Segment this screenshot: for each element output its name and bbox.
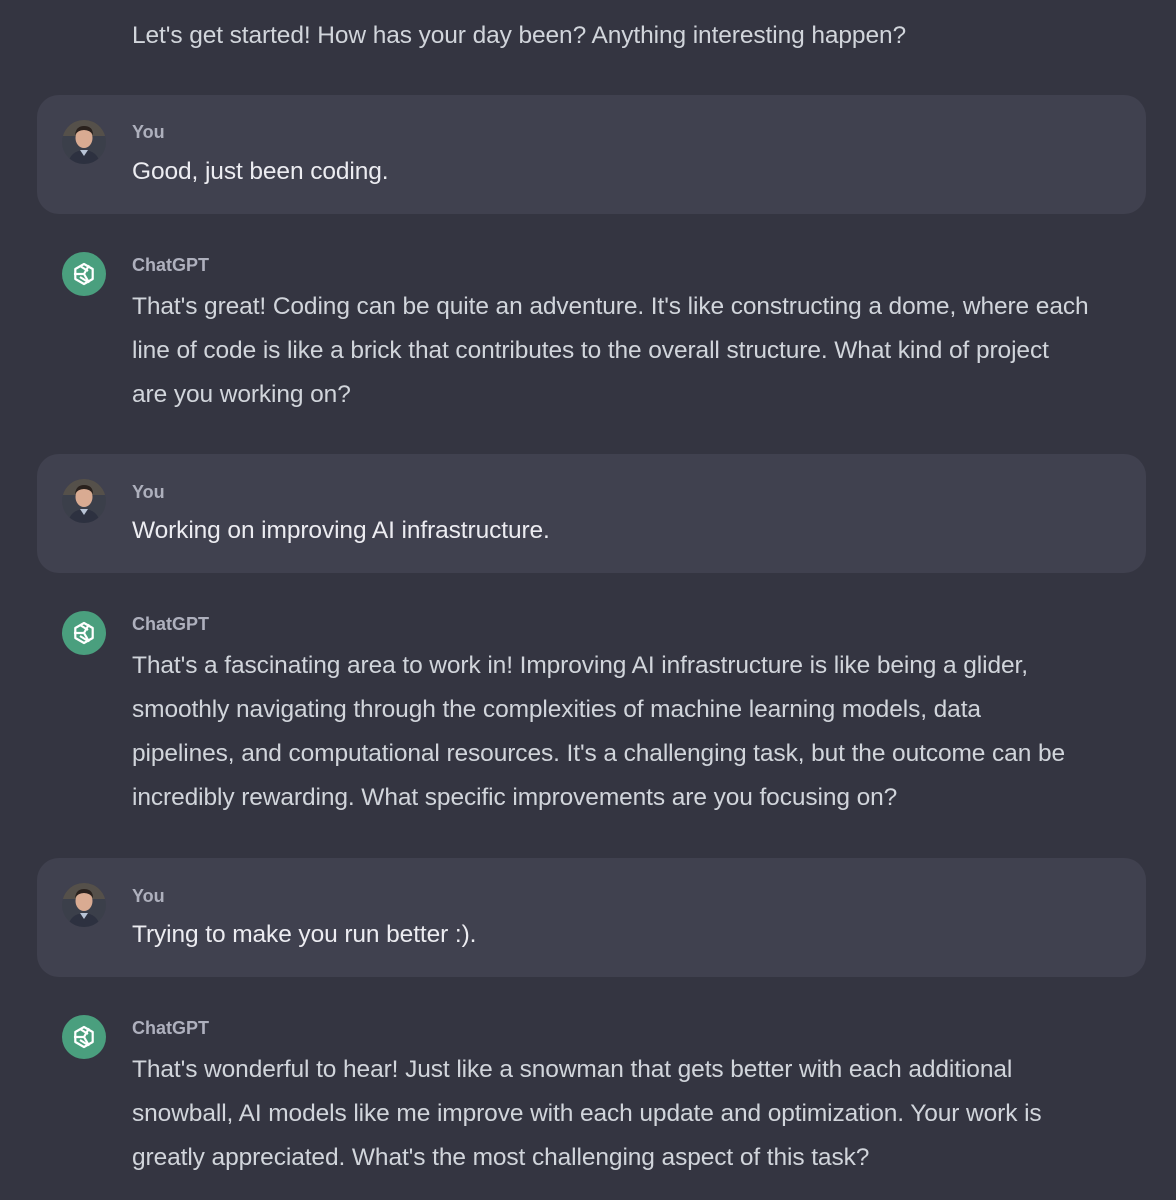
user-avatar-icon bbox=[62, 883, 106, 927]
sender-label-user: You bbox=[132, 482, 165, 502]
assistant-message-line: snowball, AI models like me improve with… bbox=[132, 1100, 1042, 1127]
user-avatar-icon bbox=[62, 479, 106, 523]
assistant-message-line: are you working on? bbox=[132, 381, 351, 408]
assistant-message-line: That's a fascinating area to work in! Im… bbox=[132, 652, 1028, 679]
user-message-text: Trying to make you run better :). bbox=[132, 921, 477, 948]
assistant-message-line: That's wonderful to hear! Just like a sn… bbox=[132, 1056, 1013, 1083]
sender-label-assistant: ChatGPT bbox=[132, 255, 210, 275]
assistant-message-line: line of code is like a brick that contri… bbox=[132, 337, 1049, 364]
chat-thread: Let's get started! How has your day been… bbox=[0, 0, 1176, 1200]
sender-label-assistant: ChatGPT bbox=[132, 614, 210, 634]
assistant-message-line: greatly appreciated. What's the most cha… bbox=[132, 1144, 870, 1171]
assistant-message-line: incredibly rewarding. What specific impr… bbox=[132, 784, 898, 811]
user-avatar-icon bbox=[62, 120, 106, 164]
assistant-message-line: That's great! Coding can be quite an adv… bbox=[132, 293, 1089, 320]
sender-label-assistant: ChatGPT bbox=[132, 1018, 210, 1038]
openai-logo-icon bbox=[62, 611, 106, 655]
openai-logo-icon bbox=[62, 1015, 106, 1059]
openai-logo-icon bbox=[62, 252, 106, 296]
user-message-text: Good, just been coding. bbox=[132, 158, 389, 185]
assistant-message-line: pipelines, and computational resources. … bbox=[132, 740, 1065, 767]
assistant-message-line: smoothly navigating through the complexi… bbox=[132, 696, 981, 723]
intro-message-text: Let's get started! How has your day been… bbox=[132, 22, 907, 49]
user-message-text: Working on improving AI infrastructure. bbox=[132, 517, 550, 544]
sender-label-user: You bbox=[132, 886, 165, 906]
sender-label-user: You bbox=[132, 122, 165, 142]
